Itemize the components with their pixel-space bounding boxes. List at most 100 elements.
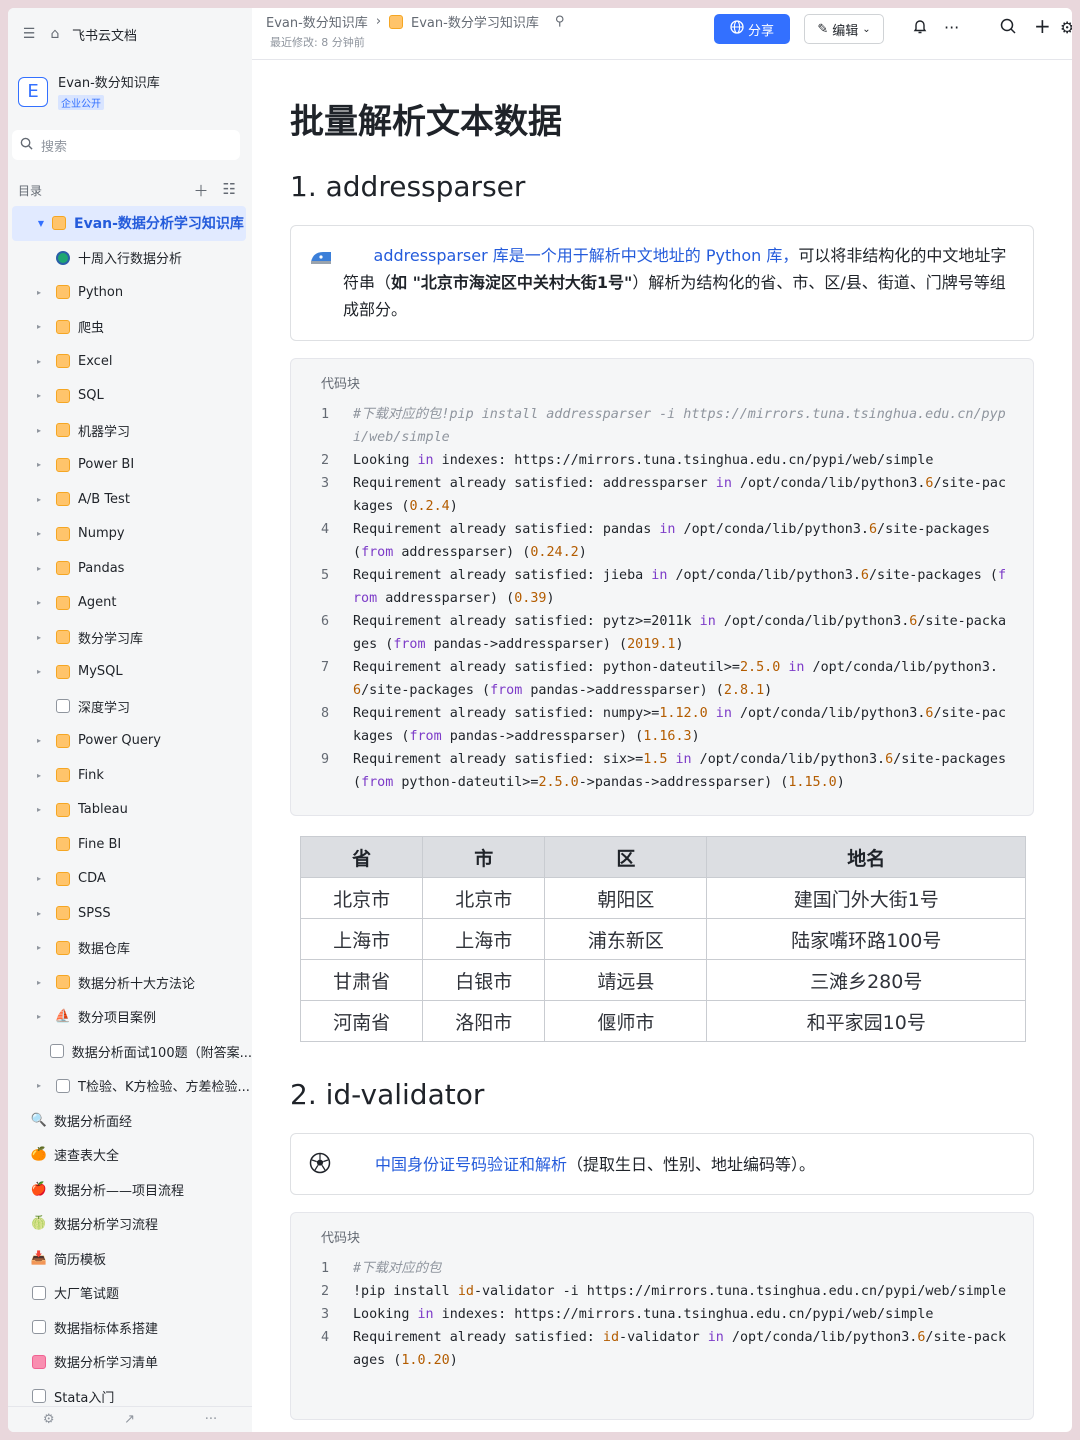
table-cell[interactable]: 上海市 bbox=[422, 918, 546, 960]
sidebar-item[interactable]: 深度学习 bbox=[8, 689, 252, 724]
address-table[interactable]: 省市区地名 北京市 北京市 朝阳区 建国门外大街1号 上海市 上海市 浦东新区 陆家嘴环路10… bbox=[299, 836, 1026, 1042]
expand-arrow-icon[interactable]: ▸ bbox=[34, 633, 44, 642]
table-cell[interactable]: 和平家园10号 bbox=[706, 1000, 1026, 1042]
expand-arrow-icon[interactable]: ▸ bbox=[34, 426, 44, 435]
callout-link[interactable]: addressparser 库是一个用于解析中文地址的 Python 库， bbox=[374, 246, 799, 265]
code-block[interactable]: 代码块 1 #下载对应的包!pip install addressparser -… bbox=[290, 358, 1034, 816]
expand-arrow-icon[interactable]: ▸ bbox=[34, 1081, 44, 1090]
sidebar-item[interactable]: ▸ SPSS bbox=[8, 896, 252, 931]
expand-arrow-icon[interactable]: ▸ bbox=[34, 391, 44, 400]
expand-arrow-icon[interactable]: ▸ bbox=[34, 943, 44, 952]
table-cell[interactable]: 三滩乡280号 bbox=[706, 959, 1026, 1001]
sidebar-item[interactable]: ▸ A/B Test bbox=[8, 482, 252, 517]
table-cell[interactable]: 靖远县 bbox=[544, 959, 708, 1001]
table-cell[interactable]: 上海市 bbox=[299, 918, 424, 960]
sidebar-item[interactable]: ▸ 爬虫 bbox=[8, 310, 252, 345]
sidebar-item[interactable]: 📥 简历模板 bbox=[8, 1241, 252, 1276]
settings-icon[interactable]: ⚙ bbox=[43, 1412, 55, 1427]
sidebar-item[interactable]: ▸ Pandas bbox=[8, 551, 252, 586]
callout-block[interactable]: addressparser 库是一个用于解析中文地址的 Python 库，可以将… bbox=[290, 225, 1034, 341]
expand-arrow-icon[interactable]: ▸ bbox=[34, 495, 44, 504]
code-block[interactable]: 代码块 1 #下载对应的包 2 !pip install id-validator -… bbox=[290, 1212, 1034, 1420]
breadcrumb-item[interactable]: Evan-数分学习知识库 bbox=[411, 12, 539, 31]
page-title[interactable]: 批量解析文本数据 bbox=[290, 94, 562, 143]
table-cell[interactable]: 浦东新区 bbox=[544, 918, 708, 960]
gear-icon[interactable]: ⚙ bbox=[1060, 18, 1072, 37]
expand-arrow-icon[interactable]: ▸ bbox=[34, 460, 44, 469]
sidebar-item[interactable]: 🔍 数据分析面经 bbox=[8, 1103, 252, 1138]
share-button[interactable]: 分享 bbox=[714, 14, 790, 44]
more-options-icon[interactable]: ··· bbox=[944, 18, 959, 37]
pin-icon[interactable]: ⚲ bbox=[555, 14, 565, 29]
sidebar-item[interactable]: ▸ ⛵ 数分项目案例 bbox=[8, 1000, 252, 1035]
bell-icon[interactable] bbox=[912, 18, 928, 38]
table-cell[interactable]: 白银市 bbox=[422, 959, 546, 1001]
sidebar-item[interactable]: ▸ Python bbox=[8, 275, 252, 310]
expand-arrow-icon[interactable]: ▸ bbox=[34, 874, 44, 883]
share-out-icon[interactable]: ↗ bbox=[124, 1412, 135, 1427]
section-heading[interactable]: 2. id-validator bbox=[290, 1078, 484, 1111]
search-box[interactable]: 搜索 bbox=[12, 130, 240, 160]
sidebar-item[interactable]: ▸ T检验、K方检验、方差检验... bbox=[8, 1069, 252, 1104]
expand-arrow-icon[interactable]: ▸ bbox=[34, 909, 44, 918]
sidebar-item[interactable]: 数据分析学习清单 bbox=[8, 1345, 252, 1380]
table-cell[interactable]: 朝阳区 bbox=[544, 877, 708, 919]
sidebar-item[interactable]: 大厂笔试题 bbox=[8, 1276, 252, 1311]
expand-arrow-icon[interactable]: ▸ bbox=[34, 667, 44, 676]
expand-arrow-icon[interactable]: ▸ bbox=[34, 1012, 44, 1021]
sidebar-item[interactable]: ▸ Agent bbox=[8, 586, 252, 621]
toc-list-icon[interactable]: ☷ bbox=[223, 180, 236, 201]
callout-link[interactable]: 中国身份证号码验证和解析 bbox=[375, 1155, 567, 1174]
table-cell[interactable]: 陆家嘴环路100号 bbox=[706, 918, 1026, 960]
add-page-icon[interactable]: ＋ bbox=[194, 180, 209, 201]
expand-arrow-icon[interactable]: ▸ bbox=[34, 978, 44, 987]
expand-arrow-icon[interactable]: ▸ bbox=[34, 288, 44, 297]
expand-arrow-icon[interactable]: ▸ bbox=[34, 529, 44, 538]
more-icon[interactable]: ··· bbox=[205, 1412, 217, 1427]
sidebar-item[interactable]: ▸ Numpy bbox=[8, 517, 252, 552]
sidebar-item[interactable]: ▸ CDA bbox=[8, 862, 252, 897]
sidebar-item[interactable]: ▸ 机器学习 bbox=[8, 413, 252, 448]
sidebar-item[interactable]: ▸ 数分学习库 bbox=[8, 620, 252, 655]
add-icon[interactable]: + bbox=[1034, 14, 1051, 38]
brand-name[interactable]: 飞书云文档 bbox=[72, 25, 137, 44]
sidebar-item[interactable]: ▸ Fink bbox=[8, 758, 252, 793]
sidebar-item[interactable]: ▸ Power Query bbox=[8, 724, 252, 759]
table-cell[interactable]: 偃师市 bbox=[544, 1000, 708, 1042]
expand-arrow-icon[interactable]: ▼ bbox=[36, 219, 46, 228]
table-cell[interactable]: 北京市 bbox=[299, 877, 424, 919]
expand-arrow-icon[interactable]: ▸ bbox=[34, 357, 44, 366]
tree-root-node[interactable]: ▼ Evan-数据分析学习知识库 bbox=[12, 206, 246, 241]
sidebar-item[interactable]: ▸ Tableau bbox=[8, 793, 252, 828]
table-cell[interactable]: 洛阳市 bbox=[422, 1000, 546, 1042]
expand-arrow-icon[interactable]: ▸ bbox=[34, 564, 44, 573]
table-cell[interactable]: 甘肃省 bbox=[299, 959, 424, 1001]
expand-arrow-icon[interactable]: ▸ bbox=[34, 805, 44, 814]
sidebar-item[interactable]: Fine BI bbox=[8, 827, 252, 862]
sidebar-item[interactable]: 十周入行数据分析 bbox=[8, 241, 252, 276]
sidebar-item[interactable]: 🍈 数据分析学习流程 bbox=[8, 1207, 252, 1242]
table-cell[interactable]: 建国门外大街1号 bbox=[706, 877, 1026, 919]
sidebar-item[interactable]: ▸ Excel bbox=[8, 344, 252, 379]
sidebar-item[interactable]: 数据分析面试100题（附答案... bbox=[8, 1034, 252, 1069]
sidebar-item[interactable]: ▸ 数据分析十大方法论 bbox=[8, 965, 252, 1000]
sidebar-item[interactable]: ▸ MySQL bbox=[8, 655, 252, 690]
table-cell[interactable]: 北京市 bbox=[422, 877, 546, 919]
callout-block[interactable]: 中国身份证号码验证和解析（提取生日、性别、地址编码等）。 bbox=[290, 1133, 1034, 1195]
sidebar-item[interactable]: ▸ Power BI bbox=[8, 448, 252, 483]
expand-arrow-icon[interactable]: ▸ bbox=[34, 322, 44, 331]
home-icon[interactable]: ⌂ bbox=[46, 25, 64, 43]
section-heading[interactable]: 1. addressparser bbox=[290, 170, 525, 203]
collapse-sidebar-icon[interactable]: ☰ bbox=[20, 25, 38, 43]
search-icon[interactable] bbox=[1000, 18, 1016, 38]
sidebar-item[interactable]: ▸ 数据仓库 bbox=[8, 931, 252, 966]
sidebar-item[interactable]: 🍎 数据分析——项目流程 bbox=[8, 1172, 252, 1207]
table-cell[interactable]: 河南省 bbox=[299, 1000, 424, 1042]
expand-arrow-icon[interactable]: ▸ bbox=[34, 598, 44, 607]
knowledge-base-header[interactable]: E Evan-数分知识库 企业公开 bbox=[18, 72, 160, 111]
expand-arrow-icon[interactable]: ▸ bbox=[34, 771, 44, 780]
edit-button[interactable]: ✎ 编辑 ⌄ bbox=[804, 14, 884, 44]
sidebar-item[interactable]: 数据指标体系搭建 bbox=[8, 1310, 252, 1345]
sidebar-item[interactable]: 🍊 速查表大全 bbox=[8, 1138, 252, 1173]
breadcrumb-item[interactable]: Evan-数分知识库 bbox=[266, 12, 368, 31]
